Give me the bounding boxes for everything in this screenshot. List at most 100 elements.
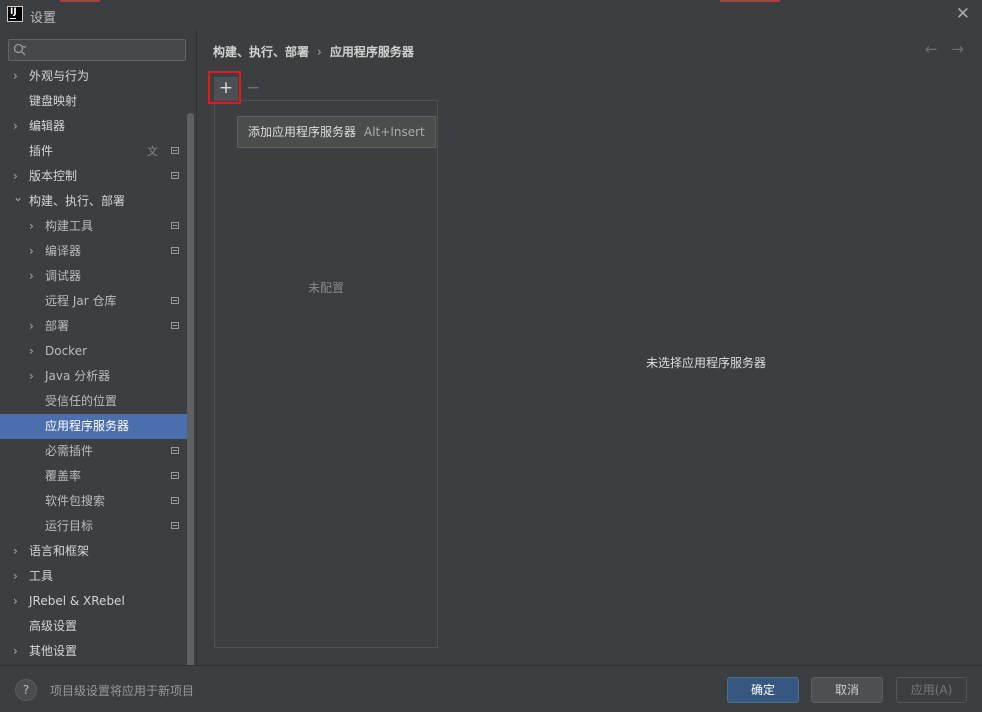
chevron-right-icon[interactable]: › — [13, 114, 23, 139]
ok-button[interactable]: 确定 — [727, 677, 799, 703]
sidebar-item-label: JRebel & XRebel — [29, 594, 125, 608]
help-icon[interactable]: ? — [15, 679, 37, 701]
project-icon — [171, 147, 179, 154]
breadcrumb-parent[interactable]: 构建、执行、部署 — [213, 45, 309, 59]
sidebar-item[interactable]: 键盘映射 — [0, 89, 187, 114]
sidebar-item-label: 应用程序服务器 — [45, 419, 130, 433]
sidebar-item-label: Docker — [45, 344, 88, 358]
sidebar-item-label: 构建工具 — [45, 219, 94, 233]
sidebar-item[interactable]: 插件 文 — [0, 139, 187, 164]
sidebar-item[interactable]: ⌄ 构建、执行、部署 — [0, 189, 187, 214]
server-list[interactable]: 未配置 — [214, 100, 438, 648]
sidebar-item-label: 受信任的位置 — [45, 394, 118, 408]
sidebar-item-label: 软件包搜索 — [45, 494, 106, 508]
chevron-right-icon[interactable]: › — [13, 564, 23, 589]
sidebar-item-label: 其他设置 — [29, 644, 78, 658]
sidebar-item-label: Java 分析器 — [45, 369, 111, 383]
breadcrumb-current: 应用程序服务器 — [329, 45, 414, 59]
project-icon — [171, 322, 179, 329]
back-arrow-icon[interactable]: ← — [925, 40, 938, 58]
breadcrumb-separator: › — [317, 45, 322, 59]
sidebar-item[interactable]: › JRebel & XRebel — [0, 589, 187, 614]
sidebar-item[interactable]: › 外观与行为 — [0, 67, 187, 89]
sidebar-item[interactable]: › Docker — [0, 339, 187, 364]
footer: ? 项目级设置将应用于新项目 确定 取消 应用(A) — [0, 665, 982, 712]
chevron-right-icon[interactable]: › — [29, 239, 39, 264]
settings-sidebar: › 外观与行为 键盘映射 › 编辑器 插件文 › 版本控制 ⌄ 构建、执行、部署 › 构建工具 › 编译器… — [0, 30, 196, 695]
search-input[interactable] — [8, 39, 186, 61]
sidebar-item-label: 编辑器 — [29, 119, 66, 133]
sidebar-item-label: 构建、执行、部署 — [29, 194, 126, 208]
project-icon — [171, 297, 179, 304]
chevron-right-icon[interactable]: › — [29, 339, 39, 364]
chevron-right-icon[interactable]: › — [13, 639, 23, 664]
sidebar-item[interactable]: 高级设置 — [0, 614, 187, 639]
sidebar-item-label: 插件 — [29, 144, 54, 158]
sidebar-item[interactable]: › 编译器 — [0, 239, 187, 264]
project-icon — [171, 522, 179, 529]
details-empty-text: 未选择应用程序服务器 — [646, 356, 767, 370]
sidebar-item[interactable]: 软件包搜索 — [0, 489, 187, 514]
project-icon — [171, 222, 179, 229]
cancel-button[interactable]: 取消 — [811, 677, 883, 703]
chevron-right-icon[interactable]: › — [29, 214, 39, 239]
sidebar-item[interactable]: 覆盖率 — [0, 464, 187, 489]
sidebar-item-label: 版本控制 — [29, 169, 78, 183]
sidebar-item[interactable]: › 调试器 — [0, 264, 187, 289]
tooltip-shortcut: Alt+Insert — [364, 125, 425, 139]
project-icon — [171, 247, 179, 254]
sidebar-item[interactable]: 远程 Jar 仓库 — [0, 289, 187, 314]
sidebar-scrollbar[interactable] — [187, 113, 194, 695]
chevron-right-icon[interactable]: › — [13, 589, 23, 614]
nav-arrows: ← → — [911, 40, 964, 58]
window-title: 设置 — [30, 11, 57, 26]
chevron-right-icon[interactable]: › — [29, 314, 39, 339]
red-mark — [60, 0, 100, 2]
chevron-right-icon[interactable]: › — [13, 67, 23, 89]
project-icon — [171, 497, 179, 504]
chevron-right-icon[interactable]: › — [29, 364, 39, 389]
translate-icon: 文 — [147, 145, 158, 158]
forward-arrow-icon[interactable]: → — [951, 40, 964, 58]
settings-tree: › 外观与行为 键盘映射 › 编辑器 插件文 › 版本控制 ⌄ 构建、执行、部署 › 构建工具 › 编译器… — [0, 67, 187, 665]
sidebar-item[interactable]: 应用程序服务器 — [0, 414, 187, 439]
sidebar-item-label: 远程 Jar 仓库 — [45, 294, 117, 308]
list-empty-text: 未配置 — [307, 281, 344, 295]
sidebar-item-label: 编译器 — [45, 244, 82, 258]
main-panel: 构建、执行、部署 › 应用程序服务器 ← → 未配置 + − 添加应用程序服务器 Alt… — [196, 30, 982, 665]
sidebar-item[interactable]: 受信任的位置 — [0, 389, 187, 414]
sidebar-item[interactable]: 必需插件 — [0, 439, 187, 464]
sidebar-item[interactable]: › 编辑器 — [0, 114, 187, 139]
sidebar-item[interactable]: › 部署 — [0, 314, 187, 339]
apply-button[interactable]: 应用(A) — [896, 677, 967, 703]
sidebar-item[interactable]: › 工具 — [0, 564, 187, 589]
red-mark — [720, 0, 780, 2]
sidebar-item[interactable]: › 版本控制 — [0, 164, 187, 189]
sidebar-item[interactable]: › 语言和框架 — [0, 539, 187, 564]
sidebar-item-label: 覆盖率 — [45, 469, 82, 483]
close-icon[interactable]: ✕ — [956, 4, 970, 24]
sidebar-item[interactable]: › Java 分析器 — [0, 364, 187, 389]
sidebar-item-label: 运行目标 — [45, 519, 94, 533]
sidebar-item-label: 外观与行为 — [29, 69, 90, 83]
app-logo-icon: IJ — [7, 6, 23, 22]
sidebar-item[interactable]: › 构建工具 — [0, 214, 187, 239]
chevron-down-icon[interactable]: ⌄ — [13, 185, 23, 210]
project-icon — [171, 472, 179, 479]
sidebar-item[interactable]: 运行目标 — [0, 514, 187, 539]
sidebar-item-label: 调试器 — [45, 269, 82, 283]
project-icon — [171, 447, 179, 454]
sidebar-item-label: 部署 — [45, 319, 70, 333]
add-tooltip: 添加应用程序服务器 Alt+Insert — [237, 116, 436, 148]
chevron-right-icon[interactable]: › — [29, 264, 39, 289]
highlight-box — [208, 71, 241, 104]
footer-note: 项目级设置将应用于新项目 — [50, 684, 195, 698]
sidebar-item-label: 必需插件 — [45, 444, 94, 458]
sidebar-item-label: 键盘映射 — [29, 94, 78, 108]
tooltip-text: 添加应用程序服务器 — [248, 125, 357, 139]
title-bar: IJ 设置 ✕ — [0, 0, 982, 30]
remove-button[interactable]: − — [246, 78, 260, 98]
logo-text: IJ — [10, 7, 17, 17]
chevron-right-icon[interactable]: › — [13, 539, 23, 564]
sidebar-item[interactable]: › 其他设置 — [0, 639, 187, 664]
